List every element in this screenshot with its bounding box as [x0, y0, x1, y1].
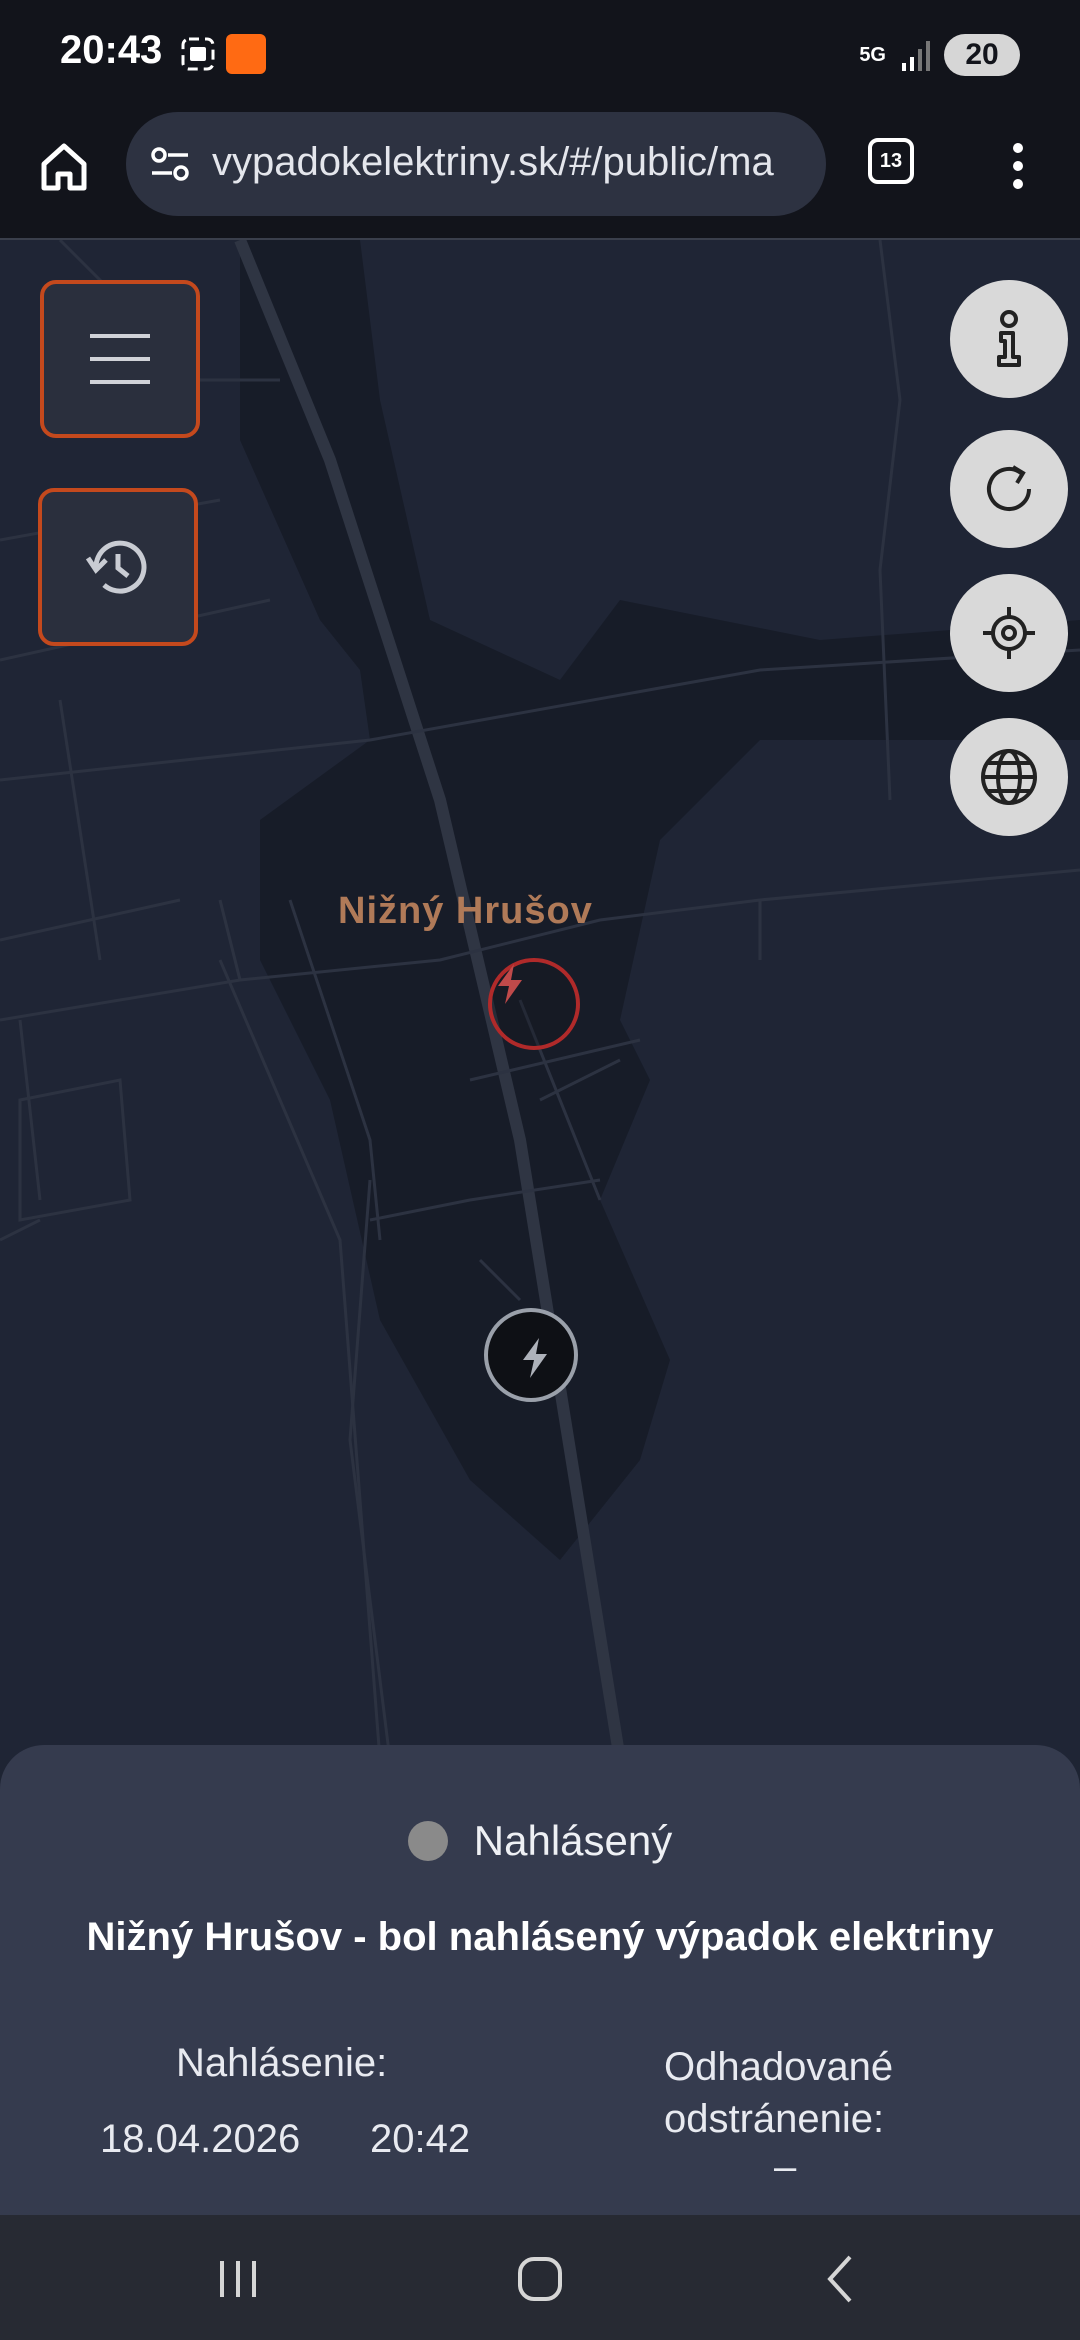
browser-toolbar: vypadokelektriny.sk/#/public/ma 13 [0, 110, 1080, 240]
town-label: Nižný Hrušov [338, 890, 593, 932]
signal-icon [902, 41, 930, 71]
screenshot-icon [181, 37, 215, 71]
status-bar: 20:43 5G 20 [0, 0, 1080, 110]
status-dot [407, 1821, 448, 1861]
tab-switcher-button[interactable]: 13 [868, 138, 914, 184]
report-label: Nahlásenie: [176, 2041, 388, 2085]
network-type: 5G [859, 44, 886, 66]
outage-map[interactable]: Nižný Hrušov [0, 240, 1080, 1760]
info-button[interactable] [950, 280, 1068, 398]
outage-detail-sheet[interactable]: Nahlásený Nižný Hrušov - bol nahlásený v… [0, 1745, 1080, 2215]
info-icon [997, 310, 1021, 367]
locate-icon [983, 607, 1035, 659]
address-bar[interactable]: vypadokelektriny.sk/#/public/ma [126, 112, 826, 216]
status-row: Nahlásený [0, 1817, 1080, 1865]
estimate-value: – [774, 2145, 797, 2189]
history-icon [85, 540, 147, 594]
globe-icon [981, 749, 1037, 805]
url-text: vypadokelektriny.sk/#/public/ma [212, 140, 774, 184]
refresh-button[interactable] [950, 430, 1068, 548]
temu-app-icon [226, 34, 266, 74]
home-icon[interactable] [32, 134, 96, 198]
estimate-label: Odhadované odstránenie: [664, 2045, 894, 2141]
recent-apps-icon[interactable] [208, 2251, 268, 2307]
status-time: 20:43 [60, 28, 163, 72]
outage-marker-secondary[interactable] [484, 1308, 578, 1402]
more-vert-icon[interactable] [1000, 140, 1036, 192]
menu-icon [90, 334, 150, 384]
status-label: Nahlásený [473, 1817, 673, 1864]
locate-button[interactable] [950, 574, 1068, 692]
site-settings-icon[interactable] [150, 146, 190, 182]
menu-button[interactable] [40, 280, 200, 438]
lightning-icon [523, 1338, 547, 1378]
system-nav-bar [0, 2215, 1080, 2340]
refresh-icon [987, 465, 1031, 511]
outage-marker[interactable] [488, 958, 580, 1050]
history-button[interactable] [38, 488, 198, 646]
battery-indicator: 20 [944, 34, 1020, 76]
lightning-icon [498, 964, 522, 1004]
language-button[interactable] [950, 718, 1068, 836]
report-date: 18.04.2026 [100, 2117, 301, 2161]
back-icon[interactable] [812, 2251, 872, 2307]
report-time: 20:42 [370, 2117, 471, 2161]
home-circle-icon[interactable] [510, 2251, 570, 2307]
outage-title: Nižný Hrušov - bol nahlásený výpadok ele… [86, 1915, 994, 1959]
